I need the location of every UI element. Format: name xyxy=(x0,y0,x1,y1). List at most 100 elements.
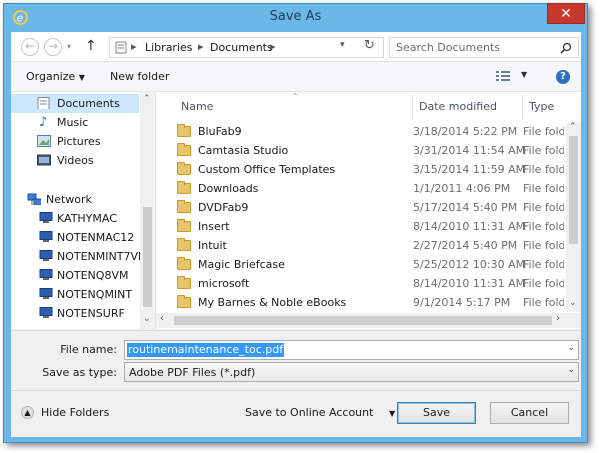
scroll-up-icon[interactable]: ⌃ xyxy=(143,94,151,104)
forward-button[interactable]: → xyxy=(44,38,62,56)
nav-item-label: Pictures xyxy=(57,135,101,148)
nav-item-label: NOTENQMINT xyxy=(57,288,133,301)
column-header-type[interactable]: Type xyxy=(523,95,565,119)
nav-scroll-thumb[interactable] xyxy=(143,207,152,307)
recent-locations-icon[interactable]: ▾ xyxy=(67,42,75,51)
chevron-down-icon: ▼ xyxy=(78,73,85,82)
file-date: 5/25/2012 10:30 AM xyxy=(413,258,526,271)
documents-icon xyxy=(37,97,50,109)
table-row[interactable]: Custom Office Templates 3/15/2014 11:59 A… xyxy=(156,160,564,179)
table-row[interactable]: BluFab9 3/18/2014 5:22 PM File folder xyxy=(156,122,564,141)
file-name: Insert xyxy=(198,220,230,233)
file-name: BluFab9 xyxy=(198,125,242,138)
computer-icon xyxy=(39,288,53,299)
file-type: File folder xyxy=(523,125,564,138)
help-icon[interactable]: ? xyxy=(556,70,570,84)
save-as-type-label: Save as type: xyxy=(42,366,117,379)
file-name: Custom Office Templates xyxy=(198,163,336,176)
table-row[interactable]: Camtasia Studio 3/31/2014 11:54 AM File fo… xyxy=(156,141,564,160)
save-form: File name: routinemaintenance_toc.pdf ⌄ … xyxy=(11,330,581,390)
file-date: 3/31/2014 11:54 AM xyxy=(413,144,526,157)
collapse-up-icon: ▲ xyxy=(21,406,34,419)
file-name-label: File name: xyxy=(60,343,117,356)
file-type: File folder xyxy=(523,163,564,176)
up-button[interactable]: ↑ xyxy=(85,38,99,56)
navigation-pane: Documents ♪ Music Pictures Videos Networ… xyxy=(11,92,156,329)
nav-item-documents[interactable]: Documents xyxy=(11,94,139,113)
file-name: Magic Briefcase xyxy=(198,258,285,271)
organize-label: Organize xyxy=(26,70,76,83)
address-field[interactable]: ▸ Libraries ▸ Documents ▸ ▾ ↻ xyxy=(109,37,384,58)
file-scroll-thumb[interactable] xyxy=(569,136,578,244)
file-hscroll-thumb[interactable] xyxy=(174,316,552,325)
table-row[interactable]: My Barnes & Noble eBooks 9/1/2014 5:17 PM… xyxy=(156,293,564,312)
file-name-value: routinemaintenance_toc.pdf xyxy=(127,343,285,357)
table-row[interactable]: Intuit 2/27/2014 5:40 PM File folder xyxy=(156,236,564,255)
file-date: 3/15/2014 11:59 AM xyxy=(413,163,526,176)
table-row[interactable]: Downloads 1/1/2011 4:06 PM File folder xyxy=(156,179,564,198)
nav-item-label: KATHYMAC xyxy=(57,212,117,225)
folder-icon xyxy=(177,276,191,289)
title-bar[interactable]: e Save As ✕ xyxy=(4,3,587,31)
search-input[interactable]: Search Documents xyxy=(389,37,579,58)
table-row[interactable]: DVDFab9 5/17/2014 5:40 PM File folder xyxy=(156,198,564,217)
file-date: 3/18/2014 5:22 PM xyxy=(413,125,518,138)
chevron-right-icon: ▸ xyxy=(198,40,204,53)
organize-menu[interactable]: Organize ▼ xyxy=(26,70,85,83)
view-details-icon[interactable] xyxy=(496,71,510,82)
cancel-button[interactable]: Cancel xyxy=(490,402,569,424)
search-icon xyxy=(560,42,572,54)
save-to-online-account-label: Save to Online Account xyxy=(245,406,374,419)
table-row[interactable]: Insert 8/14/2010 11:31 AMFile folder xyxy=(156,217,564,236)
computer-icon xyxy=(39,307,53,318)
save-to-online-account-button[interactable]: Save to Online Account ▼ xyxy=(245,406,395,419)
file-list-hscrollbar[interactable]: ‹ › xyxy=(156,313,581,328)
table-row[interactable]: microsoft 8/14/2010 11:31 AMFile folder xyxy=(156,274,564,293)
scroll-left-icon[interactable]: ‹ xyxy=(160,313,164,324)
folder-icon xyxy=(177,219,191,232)
file-list-vscrollbar[interactable]: ⌃ ⌄ xyxy=(566,122,581,312)
scroll-down-icon[interactable]: ⌄ xyxy=(569,298,577,308)
address-dropdown-icon[interactable]: ▾ xyxy=(340,40,345,50)
breadcrumb-documents[interactable]: Documents xyxy=(210,41,273,54)
file-rows: BluFab9 3/18/2014 5:22 PM File folder Camt… xyxy=(156,122,564,312)
hide-folders-label: Hide Folders xyxy=(41,406,110,419)
nav-item-label: Documents xyxy=(57,97,120,110)
folder-icon xyxy=(177,257,191,270)
window-title: Save As xyxy=(269,9,322,24)
pictures-icon xyxy=(37,135,51,147)
nav-scrollbar[interactable]: ⌃ ⌄ xyxy=(140,92,155,329)
file-type: File folder xyxy=(523,220,564,233)
search-placeholder: Search Documents xyxy=(396,41,501,54)
folder-icon xyxy=(177,124,191,137)
dialog-client-area: ← → ▾ ↑ ▸ Libraries ▸ Documents ▸ ▾ ↻ Se… xyxy=(11,32,581,437)
close-button[interactable]: ✕ xyxy=(547,3,585,24)
chevron-right-icon: ▸ xyxy=(270,40,276,53)
table-row[interactable]: Magic Briefcase 5/25/2012 10:30 AM File fo… xyxy=(156,255,564,274)
scroll-right-icon[interactable]: › xyxy=(556,313,560,324)
breadcrumb-libraries[interactable]: Libraries xyxy=(145,41,193,54)
file-type: File folder xyxy=(523,277,564,290)
file-date: 5/17/2014 5:40 PM xyxy=(413,201,518,214)
file-name: My Barnes & Noble eBooks xyxy=(198,296,347,309)
back-button[interactable]: ← xyxy=(21,38,39,56)
view-options-chevron-icon[interactable]: ▼ xyxy=(521,70,527,79)
file-date: 8/14/2010 11:31 AM xyxy=(413,277,526,290)
scroll-down-icon[interactable]: ⌄ xyxy=(143,314,151,324)
save-as-type-select[interactable]: Adobe PDF Files (*.pdf) ⌄ xyxy=(124,362,579,382)
column-header-date[interactable]: Date modified xyxy=(413,95,523,119)
nav-item-label: Videos xyxy=(57,154,94,167)
file-type: File folder xyxy=(523,239,564,252)
chevron-down-icon[interactable]: ⌄ xyxy=(567,343,575,353)
file-name-field[interactable]: routinemaintenance_toc.pdf ⌄ xyxy=(124,340,579,360)
computer-icon xyxy=(39,212,53,223)
save-button[interactable]: Save xyxy=(397,402,476,424)
column-header-name[interactable]: Name xyxy=(175,95,413,119)
computer-icon xyxy=(39,231,53,242)
nav-item-label: NOTENQ8VM xyxy=(57,269,129,282)
new-folder-button[interactable]: New folder xyxy=(110,70,169,83)
nav-item-label: NOTENMINT7VM xyxy=(57,250,148,263)
refresh-icon[interactable]: ↻ xyxy=(364,38,375,53)
computer-icon xyxy=(39,250,53,261)
scroll-up-icon[interactable]: ⌃ xyxy=(569,122,577,132)
